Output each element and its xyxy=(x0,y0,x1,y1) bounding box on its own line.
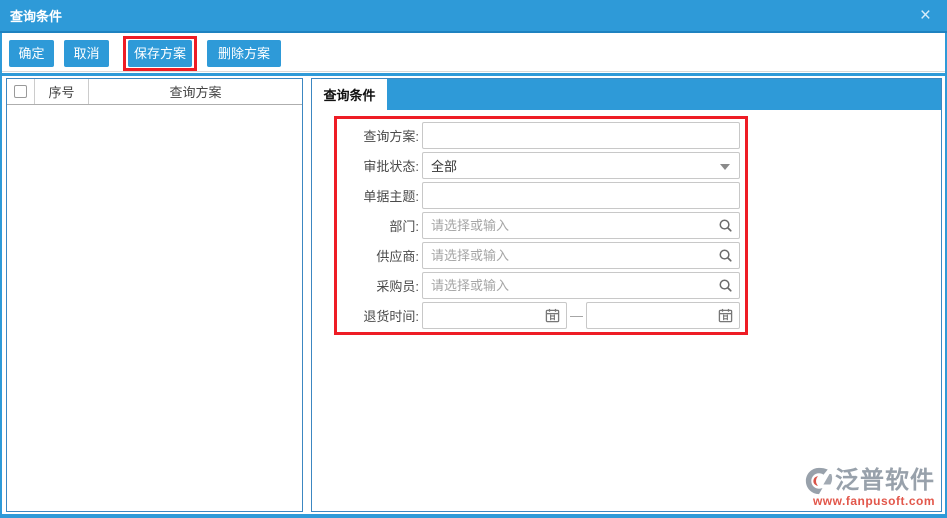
blue-separator xyxy=(0,73,947,76)
search-icon[interactable] xyxy=(717,217,734,234)
department-label: 部门: xyxy=(389,218,419,234)
return-date-end-wrap xyxy=(586,301,740,329)
dialog-title: 查询条件 xyxy=(10,9,63,24)
approval-status-label: 审批状态: xyxy=(363,158,419,174)
vendor-url-text: www.fanpusoft.com xyxy=(812,494,935,508)
supplier-input[interactable] xyxy=(422,241,740,269)
form-row-department: 部门: xyxy=(337,210,745,240)
save-plan-annotation-highlight: 保存方案 xyxy=(123,36,197,71)
return-date-start-wrap xyxy=(422,301,567,329)
toolbar: 确定 取消 保存方案 删除方案 xyxy=(2,35,945,71)
plan-name-input[interactable] xyxy=(422,121,740,149)
doc-subject-field-wrap xyxy=(422,181,740,209)
form-row-return-date: 退货时间: — xyxy=(337,300,745,330)
supplier-field-wrap xyxy=(422,241,740,269)
column-header-plan: 查询方案 xyxy=(169,85,222,100)
supplier-label: 供应商: xyxy=(376,248,419,264)
chevron-down-icon[interactable] xyxy=(720,163,730,170)
plan-name-label: 查询方案: xyxy=(363,128,419,144)
query-condition-panel: 查询条件 查询方案: 审批状态: 全部 单据主题: 部门: 请选择或输入 供应商… xyxy=(311,78,942,512)
close-icon[interactable]: × xyxy=(914,6,937,25)
purchaser-label: 采购员: xyxy=(376,278,419,294)
save-plan-button[interactable]: 保存方案 xyxy=(128,40,192,67)
delete-plan-button[interactable]: 删除方案 xyxy=(207,40,281,67)
calendar-icon[interactable] xyxy=(544,307,561,324)
department-field-wrap xyxy=(422,211,740,239)
form-row-doc-subject: 单据主题: xyxy=(337,180,745,210)
search-icon[interactable] xyxy=(717,277,734,294)
form-row-plan-name: 查询方案: xyxy=(337,120,745,150)
tab-strip: 查询条件 xyxy=(312,79,941,110)
tab-query-conditions[interactable]: 查询条件 xyxy=(312,79,387,110)
vendor-logo-row: 泛普软件 xyxy=(805,467,935,495)
search-icon[interactable] xyxy=(717,247,734,264)
doc-subject-label: 单据主题: xyxy=(363,188,419,204)
confirm-button[interactable]: 确定 xyxy=(9,40,54,67)
cancel-button[interactable]: 取消 xyxy=(64,40,109,67)
form-row-purchaser: 采购员: xyxy=(337,270,745,300)
form-row-approval-status: 审批状态: 全部 xyxy=(337,150,745,180)
query-plan-list-panel: 序号 查询方案 xyxy=(6,78,303,512)
select-all-cell xyxy=(7,79,35,104)
form-row-supplier: 供应商: xyxy=(337,240,745,270)
return-date-label: 退货时间: xyxy=(363,308,419,324)
vendor-brand-text: 泛普软件 xyxy=(835,467,935,494)
doc-subject-input[interactable] xyxy=(422,181,740,209)
column-header-seq: 序号 xyxy=(35,79,89,104)
form-annotation-highlight: 查询方案: 审批状态: 全部 单据主题: 部门: 请选择或输入 供应商: 请选择… xyxy=(334,116,748,335)
toolbar-divider xyxy=(2,71,945,72)
fanpu-logo-icon xyxy=(805,467,833,495)
table-header: 序号 查询方案 xyxy=(7,79,302,105)
purchaser-input[interactable] xyxy=(422,271,740,299)
department-input[interactable] xyxy=(422,211,740,239)
calendar-icon[interactable] xyxy=(717,307,734,324)
title-bar: 查询条件 × xyxy=(0,0,947,33)
approval-status-value: 全部 xyxy=(431,158,458,174)
date-range-separator: — xyxy=(570,307,583,323)
select-all-checkbox[interactable] xyxy=(14,85,27,98)
plan-name-field-wrap xyxy=(422,121,740,149)
approval-status-select[interactable]: 全部 xyxy=(422,151,740,179)
vendor-watermark: 泛普软件 www.fanpusoft.com xyxy=(805,467,935,508)
purchaser-field-wrap xyxy=(422,271,740,299)
query-conditions-dialog: 查询条件 × 确定 取消 保存方案 删除方案 序号 查询方案 查询条件 查询方案… xyxy=(0,0,947,518)
